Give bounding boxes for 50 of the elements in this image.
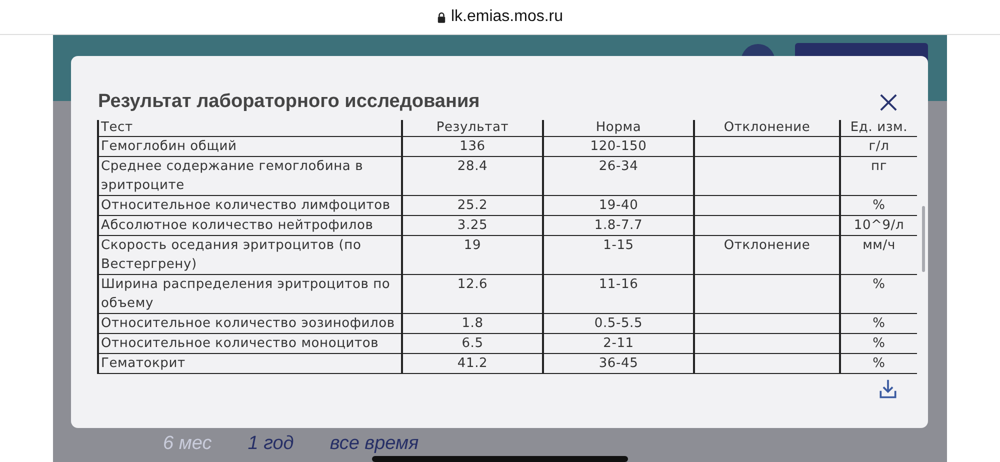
table-cell: 120-150 (590, 139, 647, 154)
column-header: Отклонение (694, 120, 840, 136)
table-cell: 26-34 (598, 159, 638, 174)
table-cell: % (872, 277, 886, 292)
table-cell: % (872, 356, 886, 371)
table-cell: 10^9/л (854, 218, 904, 233)
table-cell: % (872, 198, 886, 213)
column-header: Норма (543, 120, 694, 136)
table-cell: мм/ч (862, 238, 896, 253)
table-cell: 6.5 (462, 336, 484, 351)
table-cell: 1.8-7.7 (594, 218, 643, 233)
scrollbar (922, 206, 925, 272)
table-cell: Относительное количество моноцитов (101, 336, 379, 351)
table-cell: Среднее содержание гемоглобина в эритроците (101, 159, 364, 193)
table-cell: 0.5-5.5 (594, 316, 643, 331)
table-cell: Относительное количество лимфоцитов (101, 198, 390, 213)
table-cell: Гематокрит (101, 356, 186, 371)
table-cell: % (872, 336, 886, 351)
table-cell: 3.25 (457, 218, 488, 233)
table-cell: 2-11 (603, 336, 634, 351)
download-icon[interactable] (877, 378, 899, 400)
table-cell: Скорость оседания эритроцитов (по Вестергрену) (101, 238, 362, 272)
table-cell: 136 (460, 139, 486, 154)
table-cell: 36-45 (598, 356, 638, 371)
table-cell: пг (871, 159, 887, 174)
modal-title: Результат лабораторного исследования (98, 91, 480, 113)
table-cell: 11-16 (598, 277, 638, 292)
table-cell: 19-40 (598, 198, 638, 213)
table-cell: Гемоглобин общий (101, 139, 237, 154)
table-cell: Отклонение (724, 238, 810, 253)
table-cell: 28.4 (457, 159, 488, 174)
column-header: Результат (402, 120, 543, 136)
table-cell: 25.2 (457, 198, 488, 213)
table-cell: Абсолютное количество нейтрофилов (101, 218, 374, 233)
table-cell: 19 (464, 238, 482, 253)
table-cell: г/л (868, 139, 890, 154)
column-header: Тест (98, 120, 402, 136)
period-tab[interactable]: все время (330, 433, 419, 455)
url-text: lk.emias.mos.ru (450, 8, 564, 26)
table-cell: 1-15 (603, 238, 634, 253)
period-tab[interactable]: 1 год (248, 433, 294, 455)
table-cell: 41.2 (457, 356, 488, 371)
table-cell: Относительное количество эозинофилов (101, 316, 395, 331)
table-cell: 12.6 (457, 277, 488, 292)
table-cell: 1.8 (462, 316, 484, 331)
table-cell: % (872, 316, 886, 331)
table-cell: Ширина распределения эритроцитов по объему (101, 277, 390, 311)
column-header: Ед. изм. (840, 120, 917, 136)
lock-icon (436, 12, 446, 22)
close-icon[interactable] (879, 92, 898, 112)
